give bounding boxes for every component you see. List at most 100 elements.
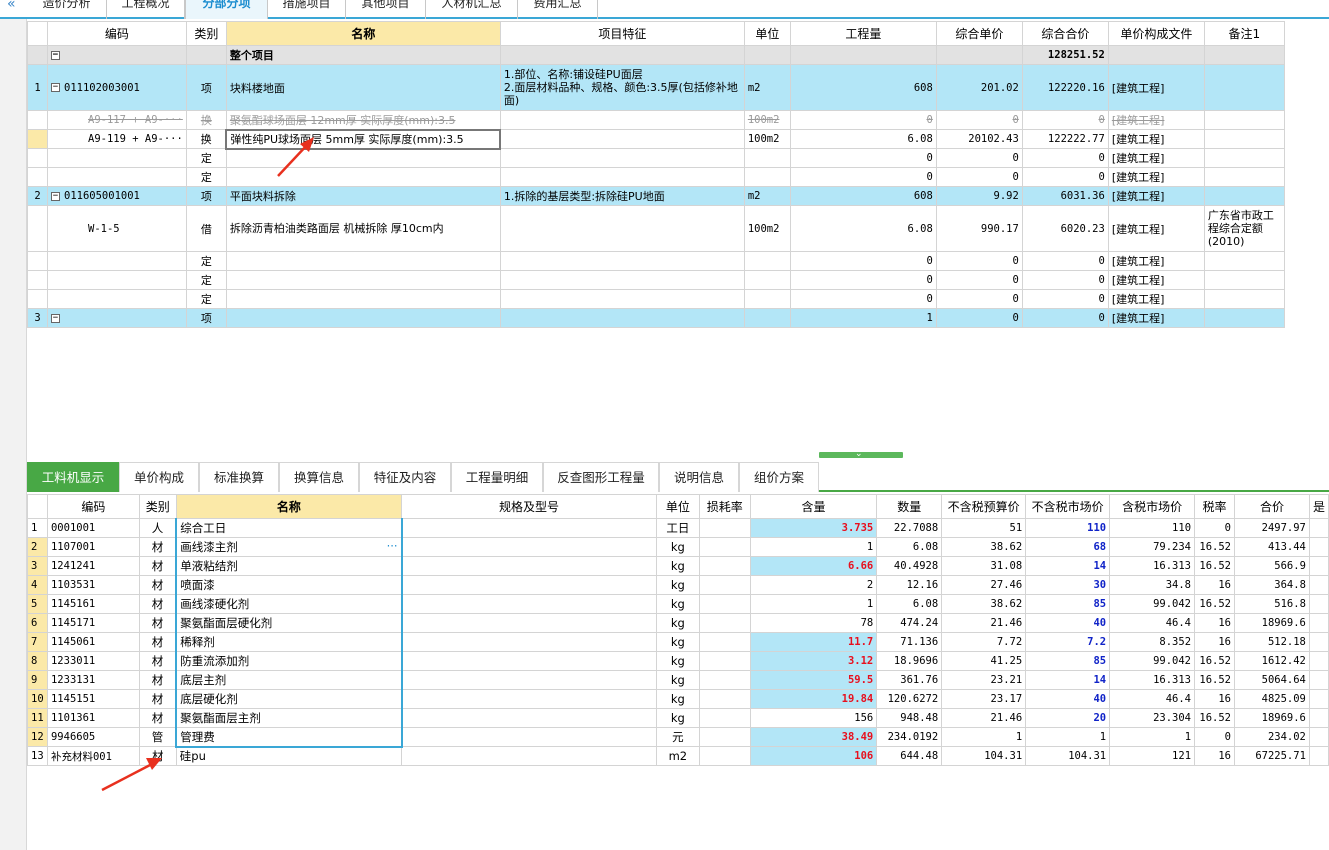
market-price-cell[interactable]: 110 — [1025, 518, 1111, 538]
tax-market-price-cell[interactable]: 110 — [1109, 518, 1196, 538]
market-price-cell[interactable]: 20 — [1025, 708, 1111, 728]
remark-cell[interactable] — [1203, 289, 1285, 309]
spec-cell[interactable] — [401, 689, 657, 709]
price-file-cell[interactable]: [建筑工程] — [1107, 289, 1205, 309]
rownum-cell[interactable]: 7 — [27, 632, 48, 652]
quantity-cell[interactable]: 6.08 — [789, 129, 937, 149]
remark-cell[interactable] — [1203, 308, 1285, 328]
extra-cell[interactable] — [1308, 708, 1329, 728]
total-cell[interactable]: 364.8 — [1234, 575, 1310, 595]
content-cell[interactable]: 106 — [749, 746, 878, 766]
tab-description[interactable]: 说明信息 — [659, 462, 739, 492]
rownum-cell[interactable] — [27, 129, 48, 149]
rownum-cell[interactable]: 2 — [27, 537, 48, 557]
loss-rate-cell[interactable] — [698, 613, 751, 633]
budget-price-cell[interactable]: 31.08 — [941, 556, 1027, 576]
rownum-cell[interactable] — [27, 289, 48, 309]
unit-cell[interactable]: kg — [655, 689, 700, 709]
quantity-cell[interactable]: 22.7088 — [876, 518, 943, 538]
type-cell[interactable]: 借 — [185, 205, 227, 252]
list-item-bill[interactable]: 2−011605001001 项平面块料拆除 1.拆除的基层类型:拆除硅PU地面 m2… — [27, 186, 1285, 206]
code-cell[interactable]: 1101361 — [46, 708, 140, 728]
name-cell[interactable]: 拆除沥青柏油类路面层 机械拆除 厚10cm内 — [225, 205, 501, 252]
feature-cell[interactable] — [499, 129, 745, 149]
tab-conversion-info[interactable]: 换算信息 — [279, 462, 359, 492]
total-price-cell[interactable]: 122220.16 — [1021, 64, 1109, 111]
name-cell[interactable]: 画线漆硬化剂 — [175, 594, 403, 614]
tax-rate-cell[interactable]: 16 — [1194, 575, 1235, 595]
spec-cell[interactable] — [401, 670, 657, 690]
content-cell[interactable]: 78 — [749, 613, 878, 633]
tab-project-overview[interactable]: 工程概况 — [107, 0, 185, 19]
header-price-file[interactable]: 单价构成文件 — [1107, 21, 1205, 46]
tab-labor-material-summary[interactable]: 人材机汇总 — [426, 0, 518, 19]
loss-rate-cell[interactable] — [698, 651, 751, 671]
remark-cell[interactable]: 广东省市政工程综合定额(2010) — [1203, 205, 1285, 252]
unit-cell[interactable] — [743, 251, 791, 271]
header-tax-market-price[interactable]: 含税市场价 — [1109, 494, 1196, 519]
loss-rate-cell[interactable] — [698, 727, 751, 747]
loss-rate-cell[interactable] — [698, 575, 751, 595]
rownum-cell[interactable]: 2 — [27, 186, 48, 206]
unit-price-cell[interactable]: 201.02 — [935, 64, 1023, 111]
header-total-price[interactable]: 综合合价 — [1021, 21, 1109, 46]
unit-cell[interactable]: m2 — [743, 64, 791, 111]
code-cell[interactable] — [47, 289, 187, 309]
remark-cell[interactable] — [1203, 64, 1285, 111]
type-cell[interactable]: 材 — [138, 575, 177, 595]
tax-rate-cell[interactable]: 16 — [1194, 613, 1235, 633]
code-cell[interactable]: 0001001 — [46, 518, 140, 538]
extra-cell[interactable] — [1308, 518, 1329, 538]
extra-cell[interactable] — [1308, 556, 1329, 576]
price-file-cell[interactable]: [建筑工程] — [1107, 308, 1205, 328]
tax-market-price-cell[interactable]: 121 — [1109, 746, 1196, 766]
price-file-cell[interactable]: [建筑工程] — [1107, 110, 1205, 130]
market-price-cell[interactable]: 40 — [1025, 613, 1111, 633]
budget-price-cell[interactable]: 1 — [941, 727, 1027, 747]
extra-cell[interactable] — [1308, 651, 1329, 671]
collapse-icon[interactable]: − — [51, 50, 60, 60]
quantity-cell[interactable]: 0 — [789, 289, 937, 309]
unit-cell[interactable]: kg — [655, 670, 700, 690]
quantity-cell[interactable]: 474.24 — [876, 613, 943, 633]
budget-price-cell[interactable]: 104.31 — [941, 746, 1027, 766]
name-cell[interactable]: 聚氨酯面层主剂 — [175, 708, 403, 728]
type-cell[interactable]: 材 — [138, 537, 177, 557]
name-cell[interactable] — [225, 289, 501, 309]
unit-price-cell[interactable]: 9.92 — [935, 186, 1023, 206]
tax-market-price-cell[interactable]: 16.313 — [1109, 556, 1196, 576]
name-cell[interactable]: 聚氨酯球场面层 12mm厚 实际厚度(mm):3.5 — [225, 110, 501, 130]
market-price-cell[interactable]: 14 — [1025, 556, 1111, 576]
header-unit[interactable]: 单位 — [655, 494, 700, 519]
header-remark[interactable]: 备注1 — [1203, 21, 1285, 46]
table-row[interactable]: 10 1145151 材 底层硬化剂 kg 19.84 120.6272 23.17 40 46.… — [27, 689, 1329, 709]
budget-price-cell[interactable]: 21.46 — [941, 613, 1027, 633]
unit-price-cell[interactable]: 0 — [935, 270, 1023, 290]
code-cell[interactable] — [47, 251, 187, 271]
market-price-cell[interactable]: 85 — [1025, 594, 1111, 614]
total-price-cell[interactable]: 0 — [1021, 148, 1109, 168]
total-cell[interactable]: 18969.6 — [1234, 613, 1310, 633]
total-cell[interactable]: 516.8 — [1234, 594, 1310, 614]
spec-cell[interactable] — [401, 575, 657, 595]
quantity-cell[interactable]: 6.08 — [876, 594, 943, 614]
remark-cell[interactable] — [1203, 110, 1285, 130]
tab-other-items[interactable]: 其他项目 — [346, 0, 426, 19]
total-cell[interactable]: 4825.09 — [1234, 689, 1310, 709]
tax-rate-cell[interactable]: 16 — [1194, 746, 1235, 766]
rownum-cell[interactable]: 1 — [27, 64, 48, 111]
tax-market-price-cell[interactable]: 23.304 — [1109, 708, 1196, 728]
name-cell[interactable]: 稀释剂 — [175, 632, 403, 652]
code-cell[interactable]: 1145061 — [46, 632, 140, 652]
code-cell[interactable]: −011605001001 — [47, 186, 187, 206]
total-cell[interactable]: 234.02 — [1234, 727, 1310, 747]
unit-cell[interactable]: kg — [655, 575, 700, 595]
name-cell[interactable]: 画线漆主剂 ··· — [175, 537, 403, 557]
rownum-cell[interactable]: 9 — [27, 670, 48, 690]
rownum-cell[interactable]: 12 — [27, 727, 48, 747]
code-cell[interactable]: − — [47, 308, 187, 328]
extra-cell[interactable] — [1308, 670, 1329, 690]
extra-cell[interactable] — [1308, 689, 1329, 709]
loss-rate-cell[interactable] — [698, 689, 751, 709]
tab-quantity-details[interactable]: 工程量明细 — [451, 462, 543, 492]
